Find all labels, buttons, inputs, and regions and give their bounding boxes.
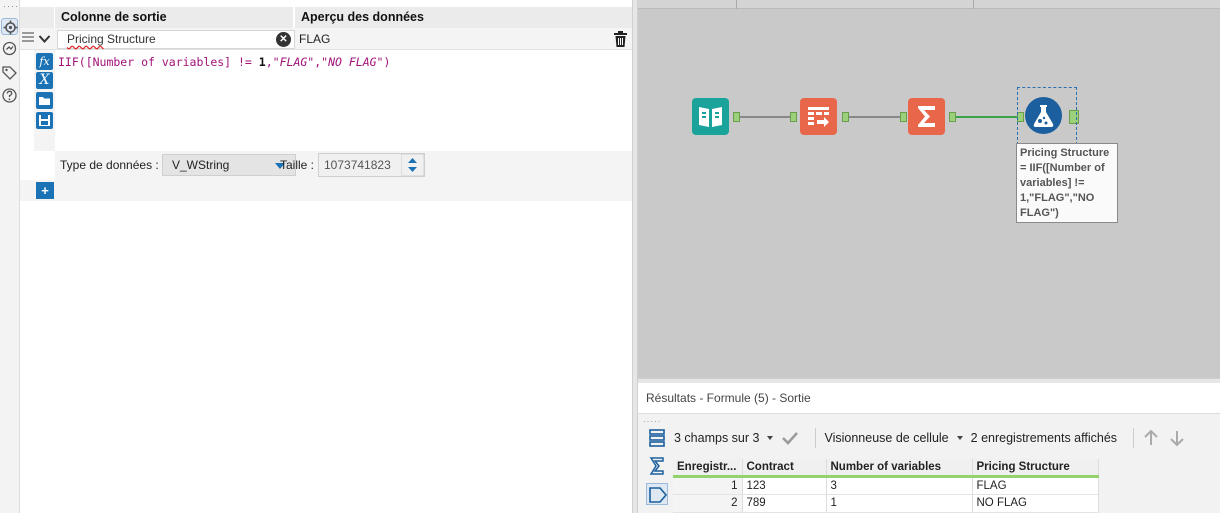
table-row[interactable]: 2 789 1 NO FLAG	[673, 494, 1099, 513]
output-field-name-input[interactable]: Pricing Structure	[57, 30, 295, 49]
table-cell[interactable]: 3	[826, 476, 973, 495]
table-cell[interactable]: FLAG	[972, 476, 1099, 495]
column-header[interactable]: Pricing Structure	[972, 459, 1099, 478]
table-cell[interactable]: 789	[742, 494, 827, 513]
input-data-tool-icon[interactable]	[692, 98, 729, 135]
select-tool-icon[interactable]	[800, 98, 837, 135]
variables-x-icon[interactable]: X	[36, 72, 53, 89]
dropdown-caret-icon	[956, 436, 963, 440]
workflow-canvas[interactable]: Pricing Structure = IIF([Number of varia…	[638, 0, 1220, 378]
data-preview-header: Aperçu des données	[295, 7, 632, 28]
data-type-value: V_WString	[172, 158, 230, 172]
table-cell[interactable]: NO FLAG	[972, 494, 1099, 513]
cell-viewer-label: Visionneuse de cellule	[824, 431, 949, 445]
input-anchor[interactable]	[790, 112, 797, 122]
field-name-rest: Structure	[103, 32, 156, 46]
table-row[interactable]: 1 123 3 FLAG	[673, 476, 1099, 495]
cell-viewer-selector[interactable]: Visionneuse de cellule	[824, 431, 963, 445]
field-name-word: Pricing	[67, 32, 104, 46]
expr-string: "NO FLAG"	[321, 55, 384, 69]
expr-part: ,	[265, 55, 273, 69]
summarize-tool-icon[interactable]	[908, 98, 945, 135]
data-type-label: Type de données :	[60, 158, 159, 172]
column-header[interactable]: Number of variables	[826, 459, 973, 478]
save-disk-icon[interactable]	[36, 112, 53, 129]
preview-value: FLAG	[299, 32, 331, 46]
tag-icon[interactable]	[1, 64, 18, 81]
table-header-row: Enregistr... Contract Number of variable…	[673, 459, 1099, 478]
output-anchor[interactable]	[949, 112, 956, 122]
connection-icon[interactable]	[1, 40, 18, 57]
data-type-select[interactable]: V_WString	[162, 154, 296, 176]
ruler-tick	[736, 0, 737, 9]
size-label: Taille :	[280, 158, 315, 172]
selection-box	[1017, 87, 1077, 145]
results-toolbar: 3 champs sur 3 Visionneuse de cellule 2 …	[674, 423, 1194, 453]
expr-string: "FLAG"	[272, 55, 315, 69]
drag-handle-icon[interactable]	[22, 32, 34, 46]
record-number: 1	[673, 476, 743, 495]
apply-check-icon[interactable]	[781, 431, 799, 445]
results-table[interactable]: Enregistr... Contract Number of variable…	[673, 459, 1099, 513]
output-column-header: Colonne de sortie	[55, 7, 293, 28]
connector-line	[847, 116, 905, 118]
results-panel: Résultats - Formule (5) - Sortie ····· 3…	[638, 383, 1220, 513]
canvas-ruler	[638, 0, 1220, 9]
table-view-icon[interactable]	[646, 427, 668, 449]
expression-editor[interactable]: IIF([Number of variables] != 1,"FLAG","N…	[58, 55, 390, 69]
left-rail: ·····	[0, 0, 23, 513]
dropdown-caret-icon	[767, 436, 774, 440]
ruler-tick	[973, 0, 974, 9]
delete-trash-icon[interactable]	[613, 31, 628, 48]
table-cell[interactable]: 123	[742, 476, 827, 495]
arrow-up-icon[interactable]	[1142, 429, 1160, 447]
tool-annotation: Pricing Structure = IIF([Number of varia…	[1016, 143, 1118, 223]
open-folder-icon[interactable]	[36, 92, 53, 109]
drag-dots: ·····	[3, 1, 23, 11]
expr-part: IIF([Number of variables] !=	[58, 55, 259, 69]
add-expression-button[interactable]: +	[36, 182, 54, 199]
connector-line-active	[955, 116, 1021, 118]
fields-selector-label: 3 champs sur 3	[674, 431, 760, 445]
input-anchor[interactable]	[900, 112, 907, 122]
help-icon[interactable]	[1, 87, 18, 104]
sigma-metadata-icon[interactable]	[646, 455, 668, 477]
arrow-down-icon[interactable]	[1168, 429, 1186, 447]
drag-dots: ·····	[643, 417, 662, 426]
column-header[interactable]: Enregistr...	[673, 459, 743, 478]
output-anchor[interactable]	[733, 112, 740, 122]
record-number: 2	[673, 494, 743, 513]
column-header[interactable]: Contract	[742, 459, 827, 478]
formula-config-panel: Colonne de sortie Aperçu des données Pri…	[20, 0, 634, 513]
records-shown: 2 enregistrements affichés	[970, 431, 1118, 445]
toolbar-separator	[1133, 428, 1135, 448]
size-spinner[interactable]	[400, 153, 425, 177]
add-row-bar	[20, 180, 632, 201]
results-title: Résultats - Formule (5) - Sortie	[646, 391, 811, 405]
table-cell[interactable]: 1	[826, 494, 973, 513]
toolbar-separator	[815, 428, 817, 448]
configuration-gear-icon[interactable]	[1, 18, 18, 35]
chevron-down-icon[interactable]	[38, 33, 51, 43]
fields-selector[interactable]: 3 champs sur 3	[674, 431, 774, 445]
clear-field-icon[interactable]: ✕	[276, 32, 291, 47]
expr-part: )	[383, 55, 391, 69]
header-blank	[20, 7, 55, 28]
results-rail: ·····	[641, 417, 669, 513]
functions-fx-icon[interactable]: fx	[36, 53, 53, 70]
connector-line	[737, 116, 795, 118]
expr-number: 1	[258, 55, 266, 69]
data-tag-icon[interactable]	[646, 483, 668, 505]
output-anchor[interactable]	[842, 112, 849, 122]
